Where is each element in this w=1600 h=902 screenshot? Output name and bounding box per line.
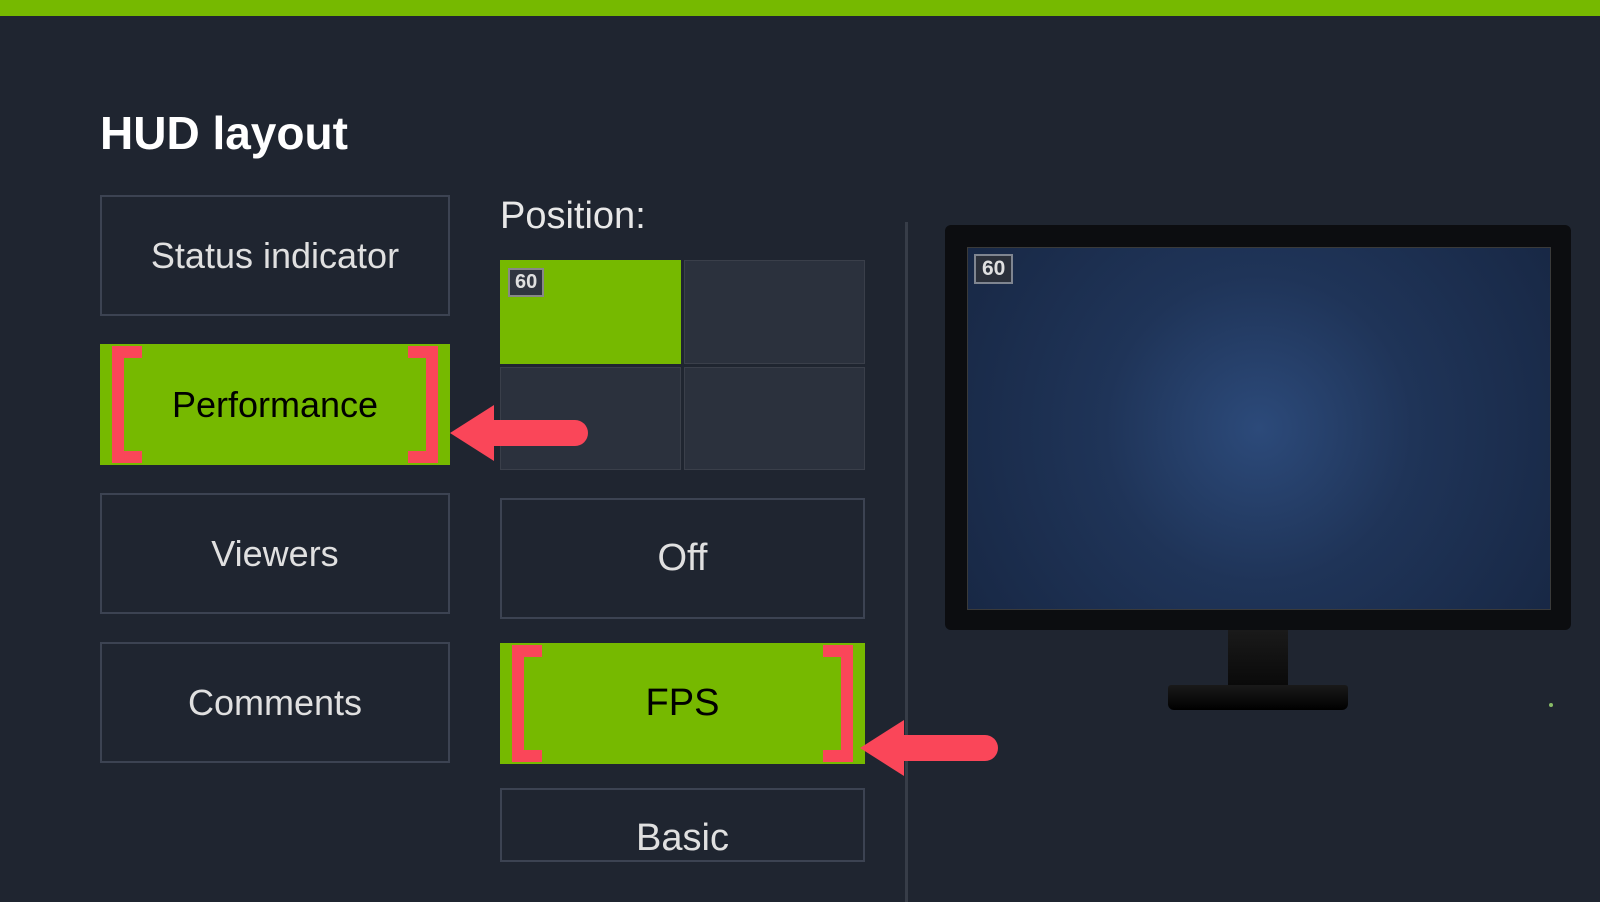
mode-label: Basic — [636, 817, 729, 860]
arrow-left-icon — [860, 720, 904, 776]
annotation-arrow-fps — [860, 720, 998, 776]
category-label: Status indicator — [151, 235, 399, 277]
hud-category-list: Status indicator Performance Viewers Com… — [100, 195, 450, 862]
annotation-arrow-performance — [450, 405, 588, 461]
page-title: HUD layout — [100, 106, 1500, 160]
mode-label: Off — [658, 537, 708, 580]
category-status-indicator[interactable]: Status indicator — [100, 195, 450, 316]
category-viewers[interactable]: Viewers — [100, 493, 450, 614]
category-label: Performance — [172, 384, 378, 426]
fps-overlay-badge: 60 — [974, 254, 1013, 284]
category-comments[interactable]: Comments — [100, 642, 450, 763]
vertical-divider — [905, 222, 908, 902]
mode-basic[interactable]: Basic — [500, 788, 865, 862]
position-top-left[interactable]: 60 — [500, 260, 681, 364]
position-preview-badge: 60 — [508, 268, 544, 297]
monitor-stand-neck — [1228, 630, 1288, 685]
category-label: Comments — [188, 682, 362, 724]
position-label: Position: — [500, 195, 865, 238]
preview-monitor: 60 — [945, 225, 1571, 715]
position-top-right[interactable] — [684, 260, 865, 364]
monitor-screen: 60 — [967, 247, 1551, 610]
top-accent-bar — [0, 0, 1600, 16]
category-performance[interactable]: Performance — [100, 344, 450, 465]
monitor-led-icon — [1549, 703, 1553, 707]
mode-fps[interactable]: FPS — [500, 643, 865, 764]
mode-off[interactable]: Off — [500, 498, 865, 619]
mode-label: FPS — [646, 682, 720, 725]
arrow-left-icon — [450, 405, 494, 461]
monitor-stand-base — [1168, 685, 1348, 710]
performance-mode-list: Off FPS Basic — [500, 498, 865, 862]
monitor-bezel: 60 — [945, 225, 1571, 630]
position-bottom-right[interactable] — [684, 367, 865, 471]
category-label: Viewers — [211, 533, 338, 575]
